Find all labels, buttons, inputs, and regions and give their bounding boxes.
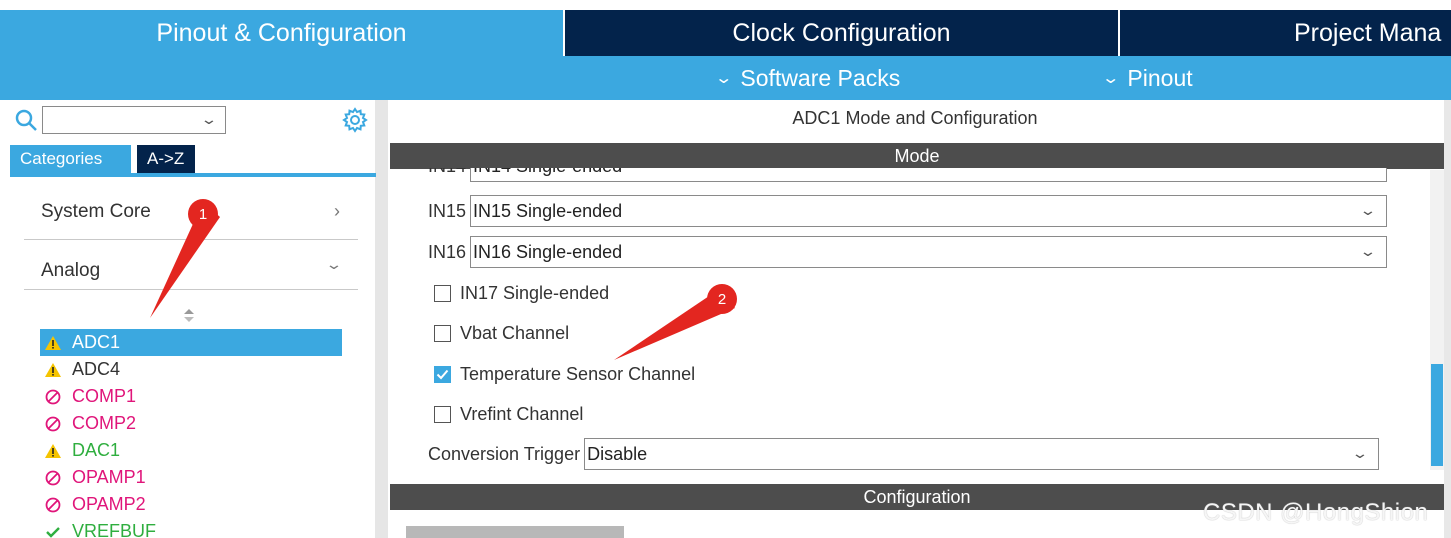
annotation-arrows — [150, 202, 735, 360]
annotation-badge-2: 2 — [707, 284, 737, 314]
stm32cubemx-window: Pinout & Configuration Clock Configurati… — [0, 0, 1451, 538]
annotation-badge-1: 1 — [188, 199, 218, 229]
watermark: CSDN @HongShion — [1203, 499, 1429, 526]
